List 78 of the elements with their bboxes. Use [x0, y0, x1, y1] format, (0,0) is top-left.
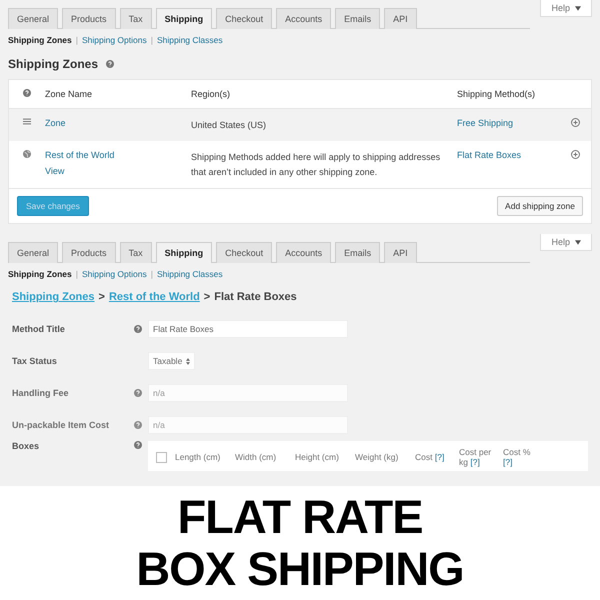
column-header: Zone Name	[45, 88, 94, 101]
hint-link[interactable]: [?]	[470, 457, 480, 468]
help-icon[interactable]	[106, 60, 114, 68]
settings-tab[interactable]: General	[8, 242, 58, 264]
column-header: Shipping Method(s)	[457, 88, 536, 101]
section-title: Shipping Zones	[8, 57, 98, 71]
field-label: Tax Status	[12, 356, 58, 366]
settings-tab[interactable]: Tax	[120, 242, 152, 264]
subnav-separator: |	[76, 269, 78, 280]
add-icon[interactable]	[571, 118, 580, 127]
settings-tab[interactable]: General	[8, 8, 58, 29]
hint-link[interactable]: [?]	[434, 452, 444, 462]
settings-tab[interactable]: Shipping	[156, 8, 212, 29]
subnav-link[interactable]: Shipping Options	[82, 269, 147, 280]
subnav-link[interactable]: Shipping Zones	[8, 269, 72, 280]
region-text: United States (US)	[191, 119, 268, 132]
help-icon[interactable]	[23, 89, 31, 97]
add-icon[interactable]	[571, 150, 580, 160]
help-button[interactable]: Help	[540, 0, 592, 17]
field-label: Un-packable Item Cost	[12, 420, 110, 430]
subnav-link[interactable]: Shipping Options	[82, 35, 147, 45]
column-header: Cost [?]	[415, 452, 446, 462]
breadcrumb-separator: >	[204, 291, 210, 304]
subnav-link[interactable]: Shipping Classes	[156, 269, 223, 280]
settings-tab[interactable]: Checkout	[216, 242, 272, 264]
up-down-arrows-icon	[186, 358, 190, 365]
banner-title: BOX SHIPPING	[136, 543, 464, 595]
settings-tab[interactable]: API	[384, 242, 417, 264]
add-shipping-zone-button[interactable]: Add shipping zone	[497, 196, 583, 216]
field-label: Boxes	[12, 441, 40, 452]
settings-tab[interactable]: Emails	[335, 242, 380, 264]
settings-tab[interactable]: Emails	[335, 8, 380, 29]
column-header: Length (cm)	[175, 452, 222, 462]
globe-icon	[23, 150, 31, 158]
caret-icon	[575, 240, 581, 245]
subnav-link[interactable]: Shipping Classes	[156, 35, 223, 45]
hint-link[interactable]: [?]	[503, 457, 512, 468]
breadcrumb-separator: >	[98, 291, 105, 304]
subnav-separator: |	[76, 35, 78, 45]
field-label: Method Title	[12, 324, 66, 334]
banner-title: FLAT RATE	[177, 491, 423, 543]
shipping-method-link[interactable]: Free Shipping	[457, 109, 571, 137]
settings-tab[interactable]: Tax	[120, 8, 152, 29]
help-icon[interactable]	[134, 421, 142, 430]
settings-tab[interactable]: Checkout	[216, 8, 272, 29]
region-text: Shipping Methods added here will apply to shipping addresses that aren’t included in any other shipping zone.	[191, 151, 442, 179]
zone-name-link[interactable]: Rest of the World	[45, 150, 191, 160]
settings-tab[interactable]: API	[384, 8, 417, 29]
help-icon[interactable]	[134, 441, 142, 450]
text-field[interactable]: Flat Rate Boxes	[148, 320, 348, 338]
subnav-separator: |	[150, 269, 153, 280]
field-label: Handling Fee	[12, 388, 70, 398]
column-header: Height (cm)	[295, 452, 340, 462]
settings-tab[interactable]: Accounts	[276, 242, 332, 264]
column-header: Region(s)	[191, 88, 232, 101]
help-icon[interactable]	[134, 325, 142, 334]
column-header: Cost % [?]	[503, 447, 532, 468]
settings-tab[interactable]: Products	[62, 242, 116, 264]
subnav-link[interactable]: Shipping Zones	[8, 35, 72, 45]
zone-name-link[interactable]: Zone	[45, 118, 191, 128]
select-field[interactable]: Taxable	[148, 352, 196, 370]
settings-tab[interactable]: Products	[62, 8, 116, 29]
column-header: Weight (kg)	[355, 452, 400, 462]
column-header: Width (cm)	[235, 452, 278, 462]
column-header: Cost per kg [?]	[459, 447, 492, 468]
view-link[interactable]: View	[45, 166, 191, 176]
settings-tab[interactable]: Shipping	[156, 242, 212, 264]
help-button[interactable]: Help	[540, 234, 592, 252]
zone-row[interactable]: Rest of the World View Shipping Methods added here will apply to shipping addresses that aren’t included in any other shipping zone. Flat Rate Boxes	[9, 141, 591, 188]
subnav-separator: |	[150, 35, 153, 45]
shipping-method-link[interactable]: Flat Rate Boxes	[457, 141, 571, 170]
breadcrumb-current: Flat Rate Boxes	[214, 291, 297, 304]
menu-icon[interactable]	[23, 118, 31, 125]
caret-icon	[575, 6, 581, 10]
settings-tab[interactable]: Accounts	[276, 8, 332, 29]
zone-row[interactable]: Zone United States (US) Free Shipping	[9, 109, 591, 142]
checkbox[interactable]	[156, 452, 167, 463]
help-icon[interactable]	[134, 389, 142, 398]
